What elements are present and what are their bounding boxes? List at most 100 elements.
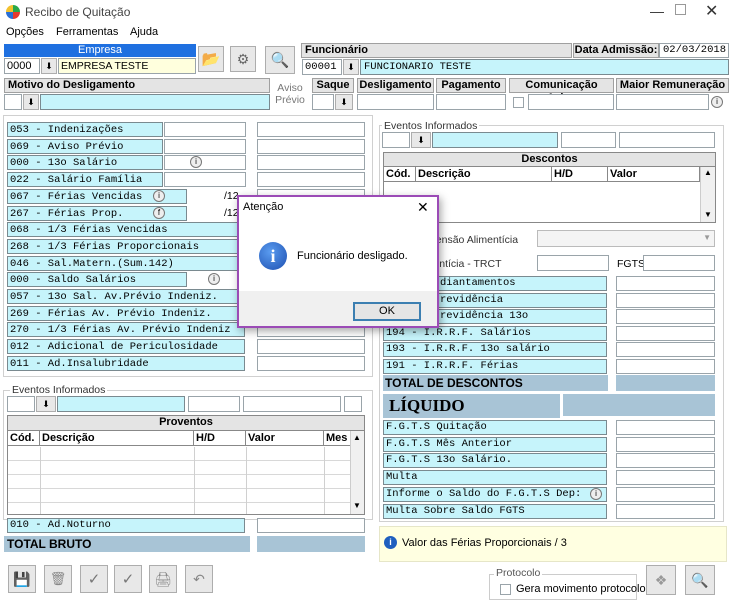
alimenticia-field[interactable]	[537, 255, 609, 271]
provento-mid-field[interactable]	[164, 155, 246, 171]
descontos-scrollbar[interactable]: ▲ ▼	[700, 167, 715, 222]
ok-button[interactable]: OK	[353, 302, 421, 321]
motivo-lookup-icon[interactable]: ⬇	[23, 94, 39, 110]
left-eventos-desc[interactable]	[57, 396, 185, 412]
scroll-down-icon[interactable]: ▼	[353, 501, 361, 510]
right-eventos-code[interactable]	[382, 132, 410, 148]
proventos-col-cod[interactable]: Cód.	[8, 431, 40, 445]
desconto-value-field[interactable]	[616, 309, 715, 325]
undo-icon[interactable]: ↶	[185, 565, 213, 593]
protocolo-check-label[interactable]: Gera movimento protocolo	[516, 583, 646, 595]
desconto-value-field[interactable]	[616, 325, 715, 341]
provento-row: 068 - 1/3 Férias Vencidas	[7, 222, 245, 238]
maior-rem-info-icon[interactable]: i	[711, 96, 723, 108]
funcionario-code-field[interactable]: 00001	[302, 59, 342, 75]
open-folder-icon[interactable]: 📂	[198, 46, 224, 72]
fgts-value-field[interactable]	[616, 486, 715, 502]
fgts-info-icon[interactable]: i	[590, 487, 602, 500]
left-eventos-mes[interactable]	[344, 396, 362, 412]
left-eventos-lookup-icon[interactable]: ⬇	[36, 396, 56, 412]
provento-mid-field[interactable]	[164, 122, 246, 137]
provento-value-field[interactable]	[257, 172, 365, 188]
check-icon[interactable]: ✓	[80, 565, 108, 593]
row-info-icon[interactable]: f	[153, 206, 165, 219]
saque-field[interactable]	[312, 94, 334, 110]
desc-scroll-up-icon[interactable]: ▲	[704, 168, 712, 177]
fgts-field[interactable]	[643, 255, 715, 271]
comunicacao-field[interactable]	[528, 94, 614, 110]
empresa-name-field[interactable]: EMPRESA TESTE	[58, 58, 196, 74]
settings-icon[interactable]: ❖	[646, 565, 676, 595]
saque-header: Saque	[312, 78, 354, 93]
menu-ajuda[interactable]: Ajuda	[130, 26, 158, 38]
comunicacao-checkbox[interactable]	[513, 97, 524, 108]
proventos-table[interactable]: Proventos Cód. Descrição H/D Valor Mes ▲…	[7, 415, 365, 515]
provento-value-field[interactable]	[257, 339, 365, 355]
menu-ferramentas[interactable]: Ferramentas	[56, 26, 118, 38]
fgts-value-field[interactable]	[616, 420, 715, 435]
proventos-col-hd[interactable]: H/D	[194, 431, 246, 445]
save-icon[interactable]: 💾	[8, 565, 36, 593]
empresa-code-field[interactable]: 0000	[4, 58, 40, 74]
provento-value-field[interactable]	[257, 155, 365, 171]
fgts-value-field[interactable]	[616, 503, 715, 519]
fgts-value-field[interactable]	[616, 453, 715, 469]
provento-mid-field[interactable]	[164, 172, 246, 188]
proventos-col-valor[interactable]: Valor	[246, 431, 324, 445]
descontos-col-descricao[interactable]: Descrição	[416, 167, 552, 181]
document-settings-icon[interactable]: ⚙	[230, 46, 256, 72]
close-icon[interactable]: ✕	[705, 1, 718, 21]
search-employee-icon[interactable]: 🔍	[685, 565, 715, 595]
proventos-title: Proventos	[8, 416, 364, 431]
fgts-value-field[interactable]	[616, 436, 715, 452]
provento-mid-field[interactable]	[164, 138, 246, 154]
desligamento-field[interactable]	[357, 94, 434, 110]
descontos-col-valor[interactable]: Valor	[608, 167, 700, 181]
proventos-col-mes[interactable]: Mes	[324, 431, 350, 445]
saque-lookup-icon[interactable]: ⬇	[335, 94, 353, 110]
empresa-lookup-icon[interactable]: ⬇	[41, 58, 57, 74]
descontos-col-hd[interactable]: H/D	[552, 167, 608, 181]
scroll-up-icon[interactable]: ▲	[353, 433, 361, 442]
maximize-icon[interactable]	[675, 4, 686, 15]
desc-scroll-down-icon[interactable]: ▼	[704, 210, 712, 219]
confirm-icon[interactable]: ✓	[114, 565, 142, 593]
motivo-desc-field[interactable]	[40, 94, 270, 110]
pensao-select[interactable]: ▼	[537, 230, 715, 247]
left-eventos-code[interactable]	[7, 396, 35, 412]
dialog-close-icon[interactable]: ✕	[417, 199, 429, 216]
provento-value-field[interactable]	[257, 122, 365, 137]
desconto-value-field[interactable]	[616, 276, 715, 291]
left-eventos-valor[interactable]	[243, 396, 341, 412]
minimize-icon[interactable]: —	[650, 3, 664, 19]
fgts-value-field[interactable]	[616, 470, 715, 486]
right-eventos-hd[interactable]	[561, 132, 616, 148]
search-person-icon[interactable]: 🔍	[265, 46, 295, 74]
pagamento-field[interactable]	[436, 94, 506, 110]
print-icon[interactable]: 🖨	[149, 565, 177, 593]
pensao-dropdown-icon[interactable]: ▼	[703, 233, 711, 242]
descontos-col-cod[interactable]: Cód.	[384, 167, 416, 181]
adnoturno-value[interactable]	[257, 518, 365, 533]
maior-rem-field[interactable]	[616, 94, 709, 110]
desconto-value-field[interactable]	[616, 292, 715, 308]
funcionario-lookup-icon[interactable]: ⬇	[343, 59, 359, 75]
left-eventos-hd[interactable]	[188, 396, 240, 412]
funcionario-name-field[interactable]: FUNCIONARIO TESTE	[360, 59, 729, 75]
data-admissao-field[interactable]: 02/03/2018	[659, 43, 729, 58]
delete-icon[interactable]: 🗑	[44, 565, 72, 593]
desconto-value-field[interactable]	[616, 359, 715, 374]
desconto-value-field[interactable]	[616, 342, 715, 358]
motivo-code-field[interactable]	[4, 94, 22, 110]
row-info-icon[interactable]: i	[153, 189, 165, 202]
menu-opcoes[interactable]: Opções	[6, 26, 44, 38]
right-eventos-desc[interactable]	[432, 132, 558, 148]
provento-value-field[interactable]	[257, 355, 365, 371]
proventos-scrollbar[interactable]: ▲ ▼	[350, 431, 364, 514]
right-eventos-lookup-icon[interactable]: ⬇	[411, 132, 431, 148]
right-eventos-valor[interactable]	[619, 132, 715, 148]
protocolo-checkbox[interactable]	[500, 584, 511, 595]
proventos-col-descricao[interactable]: Descrição	[40, 431, 194, 445]
provento-value-field[interactable]	[257, 138, 365, 154]
fgts-row: F.G.T.S 13o Salário.	[383, 453, 607, 469]
